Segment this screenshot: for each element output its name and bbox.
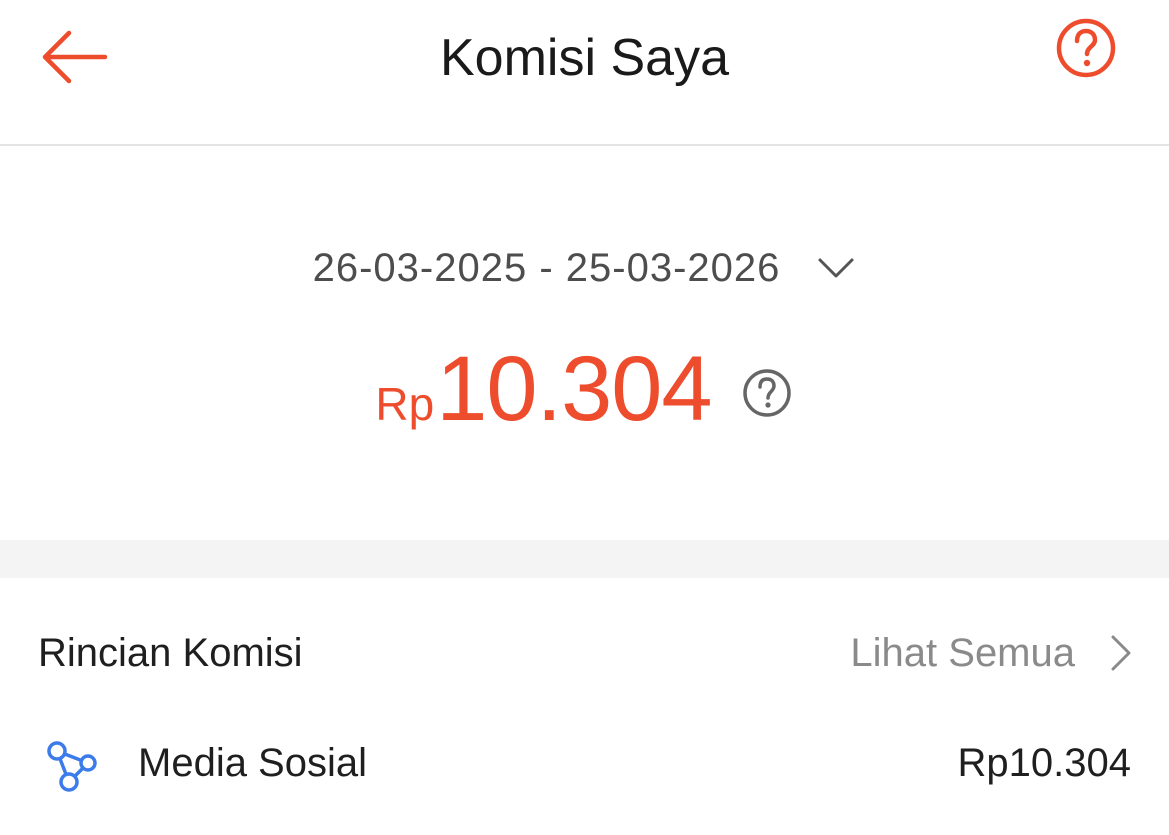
section-title: Rincian Komisi [38, 631, 303, 675]
list-item-media-sosial[interactable]: Media Sosial Rp10.304 [0, 728, 1169, 800]
section-divider [0, 540, 1169, 578]
question-circle-icon [742, 369, 791, 417]
commission-summary: 26-03-2025 - 25-03-2026 Rp 10.304 [0, 148, 1169, 540]
amount-value: 10.304 [436, 338, 712, 440]
date-range-selector[interactable]: 26-03-2025 - 25-03-2026 [0, 242, 1169, 294]
date-range-text: 26-03-2025 - 25-03-2026 [312, 246, 781, 290]
top-bar: Komisi Saya [0, 0, 1169, 146]
chevron-down-icon [816, 248, 856, 288]
commission-details: Rincian Komisi Lihat Semua Media Sosial … [0, 578, 1169, 835]
amount-currency: Rp [375, 378, 435, 430]
share-network-icon [47, 741, 97, 792]
list-item-value: Rp10.304 [957, 741, 1131, 785]
page-title: Komisi Saya [440, 29, 729, 87]
chevron-right-icon [1111, 635, 1131, 671]
total-commission: Rp 10.304 [0, 334, 1169, 444]
see-all-label: Lihat Semua [850, 630, 1075, 675]
see-all-link[interactable]: Lihat Semua [850, 628, 1133, 678]
amount-info-button[interactable] [740, 366, 794, 420]
question-circle-icon [1056, 18, 1116, 78]
help-button[interactable] [1052, 14, 1120, 82]
list-item-label: Media Sosial [138, 741, 368, 785]
